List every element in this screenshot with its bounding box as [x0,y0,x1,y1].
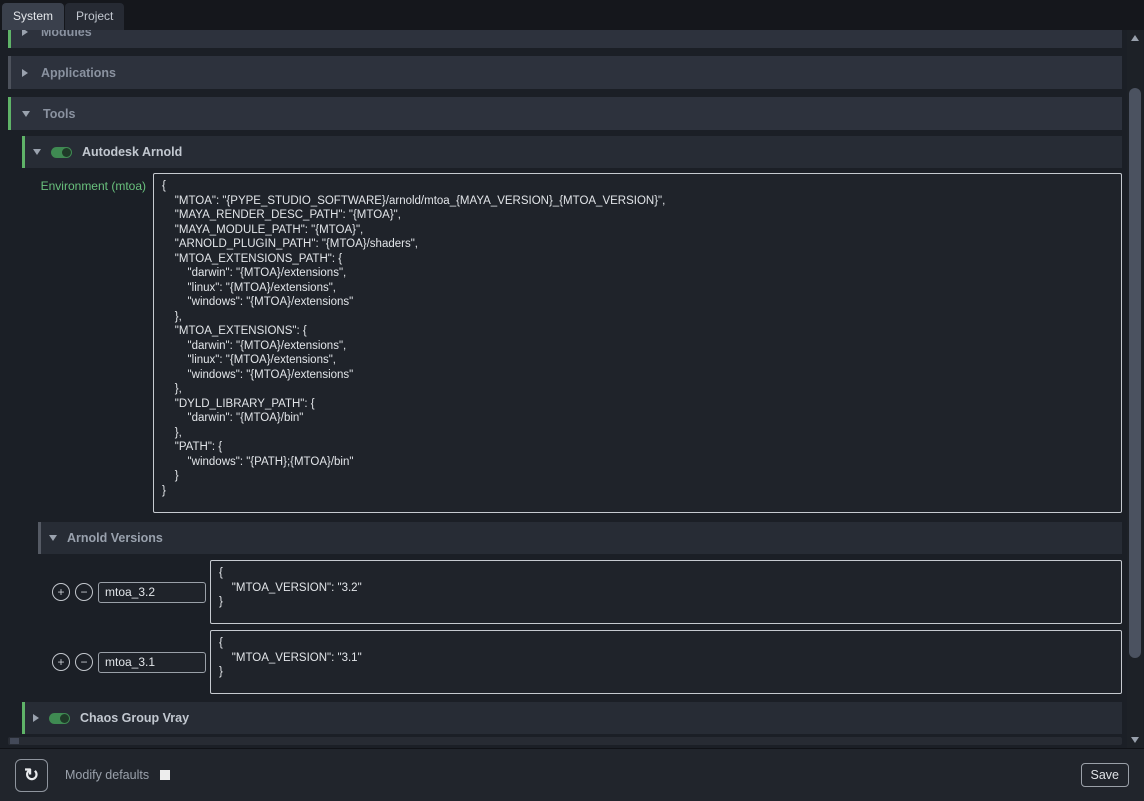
vertical-scrollbar[interactable] [1127,30,1143,748]
arnold-version-row: + − { "MTOA_VERSION": "3.1" } [52,630,1122,694]
version-json-editor[interactable]: { "MTOA_VERSION": "3.2" } [210,560,1122,624]
settings-content: Modules Applications Tools Autodesk Arno… [0,30,1126,738]
section-applications[interactable]: Applications [8,56,1122,89]
tab-project[interactable]: Project [65,3,124,30]
chevron-right-icon[interactable] [22,30,28,36]
refresh-button[interactable]: ↻ [15,759,48,792]
arnold-enabled-toggle[interactable] [51,147,72,158]
version-name-input[interactable] [98,652,206,673]
modify-defaults-label: Modify defaults [65,768,149,782]
modify-defaults-checkbox[interactable] [160,770,170,780]
environment-label: Environment (mtoa) [36,173,146,513]
section-tools[interactable]: Tools [8,97,1122,130]
section-tools-label: Tools [43,107,75,121]
settings-scroll-area: Modules Applications Tools Autodesk Arno… [0,30,1144,748]
subsection-chaos-group-vray-title: Chaos Group Vray [80,711,189,725]
environment-row: Environment (mtoa) { "MTOA": "{PYPE_STUD… [36,173,1122,513]
save-button[interactable]: Save [1081,763,1130,787]
chevron-down-icon[interactable] [22,111,30,117]
subsection-autodesk-arnold-title: Autodesk Arnold [82,145,182,159]
section-modules[interactable]: Modules [8,30,1122,48]
horizontal-scrollbar-thumb[interactable] [10,738,19,744]
chevron-right-icon[interactable] [33,714,39,722]
chevron-down-icon[interactable] [49,535,57,541]
horizontal-scrollbar[interactable] [8,737,1122,745]
refresh-icon: ↻ [24,765,39,786]
chevron-down-icon[interactable] [33,149,41,155]
scroll-down-arrow-icon[interactable] [1127,733,1143,747]
add-version-button[interactable]: + [52,583,70,601]
remove-version-button[interactable]: − [75,583,93,601]
arnold-version-row: + − { "MTOA_VERSION": "3.2" } [52,560,1122,624]
section-modules-label: Modules [41,30,92,39]
toggle-knob-icon [62,148,71,157]
subsection-arnold-versions[interactable]: Arnold Versions [38,522,1122,554]
vray-enabled-toggle[interactable] [49,713,70,724]
settings-tab-bar: System Project [0,0,1144,30]
add-version-button[interactable]: + [52,653,70,671]
footer-bar: ↻ Modify defaults Save [0,748,1144,801]
remove-version-button[interactable]: − [75,653,93,671]
version-name-input[interactable] [98,582,206,603]
subsection-arnold-versions-title: Arnold Versions [67,531,163,545]
environment-json-editor[interactable]: { "MTOA": "{PYPE_STUDIO_SOFTWARE}/arnold… [153,173,1122,513]
system-settings-window: System Project Modules Applications Tool… [0,0,1144,801]
section-applications-label: Applications [41,66,116,80]
vertical-scrollbar-thumb[interactable] [1129,88,1141,658]
tab-system[interactable]: System [2,3,64,30]
chevron-right-icon[interactable] [22,69,28,77]
toggle-knob-icon [60,714,69,723]
subsection-autodesk-arnold[interactable]: Autodesk Arnold [22,136,1122,168]
version-json-editor[interactable]: { "MTOA_VERSION": "3.1" } [210,630,1122,694]
scroll-up-arrow-icon[interactable] [1127,31,1143,45]
subsection-chaos-group-vray[interactable]: Chaos Group Vray [22,702,1122,734]
